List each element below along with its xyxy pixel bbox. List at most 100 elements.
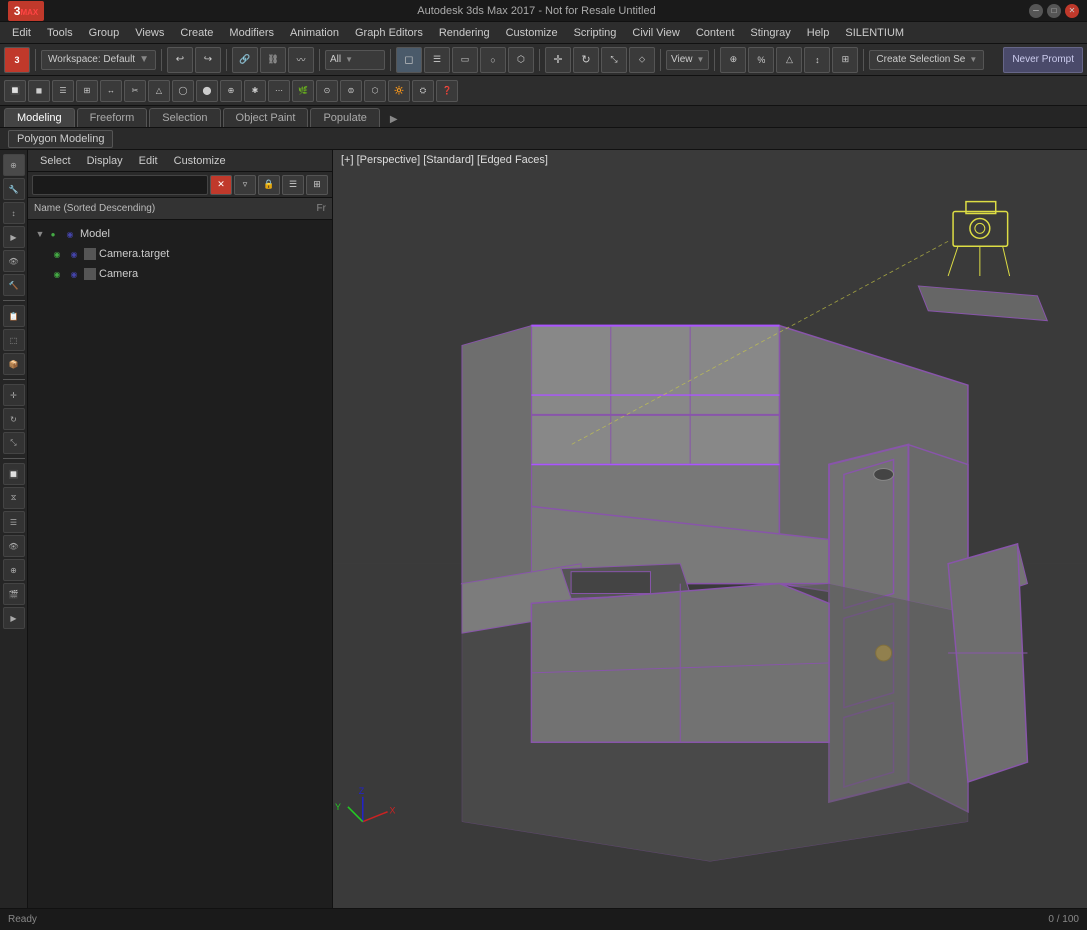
view-dropdown[interactable]: View ▼ xyxy=(666,50,709,70)
tb2-btn5[interactable]: ↔ xyxy=(100,80,122,102)
tb2-btn19[interactable]: ❓ xyxy=(436,80,458,102)
hierarchy-panel-icon[interactable]: ↕ xyxy=(3,202,25,224)
tb2-btn18[interactable]: ⛭ xyxy=(412,80,434,102)
bind-space-warp[interactable]: 〰 xyxy=(288,47,314,73)
scene-explorer-icon[interactable]: 📋 xyxy=(3,305,25,327)
tb2-btn3[interactable]: ☰ xyxy=(52,80,74,102)
search-field[interactable] xyxy=(32,175,208,195)
menu-silentium[interactable]: SILENTIUM xyxy=(837,25,912,41)
tab-selection[interactable]: Selection xyxy=(149,108,220,127)
tb2-btn6[interactable]: ✂ xyxy=(124,80,146,102)
container-icon[interactable]: 📦 xyxy=(3,353,25,375)
move-button[interactable]: ✛ xyxy=(545,47,571,73)
tb2-btn12[interactable]: ⋯ xyxy=(268,80,290,102)
rotate-gizmo-icon[interactable]: ↻ xyxy=(3,408,25,430)
layers-button[interactable]: ☰ xyxy=(282,175,304,195)
menu-rendering[interactable]: Rendering xyxy=(431,25,498,41)
menu-animation[interactable]: Animation xyxy=(282,25,347,41)
use-pivot[interactable]: ⊕ xyxy=(720,47,746,73)
menu-customize[interactable]: Customize xyxy=(498,25,566,41)
scene-tree[interactable]: ▼ ● ◉ Model ◉ ◉ Camera.target ◉ ◉ Camera xyxy=(28,220,332,908)
move-gizmo-icon[interactable]: ✛ xyxy=(3,384,25,406)
maximize-button[interactable]: □ xyxy=(1047,4,1061,18)
expand-model-icon[interactable]: ▼ xyxy=(34,228,46,240)
unlink-button[interactable]: ⛓ xyxy=(260,47,286,73)
select-by-name[interactable]: ☰ xyxy=(424,47,450,73)
layer-manager-icon[interactable]: ⬚ xyxy=(3,329,25,351)
tb2-btn10[interactable]: ⊕ xyxy=(220,80,242,102)
scale-gizmo-icon[interactable]: ⤡ xyxy=(3,432,25,454)
menu-scripting[interactable]: Scripting xyxy=(566,25,625,41)
squash-button[interactable]: ⬦ xyxy=(629,47,655,73)
tb2-btn2[interactable]: ◼ xyxy=(28,80,50,102)
lock-button[interactable]: 🔒 xyxy=(258,175,280,195)
menu-group[interactable]: Group xyxy=(81,25,128,41)
panel-customize-menu[interactable]: Customize xyxy=(166,153,234,169)
tab-modeling[interactable]: Modeling xyxy=(4,108,75,127)
menu-graph-editors[interactable]: Graph Editors xyxy=(347,25,431,41)
tab-populate[interactable]: Populate xyxy=(310,108,379,127)
tb2-btn7[interactable]: △ xyxy=(148,80,170,102)
create-selection-set-button[interactable]: Create Selection Se ▼ xyxy=(869,50,984,70)
tb2-btn4[interactable]: ⊞ xyxy=(76,80,98,102)
app-icon-button[interactable]: 3 xyxy=(4,47,30,73)
mirror-icon[interactable]: ⧖ xyxy=(3,487,25,509)
tb2-btn17[interactable]: 🔆 xyxy=(388,80,410,102)
options-button[interactable]: ⊞ xyxy=(306,175,328,195)
named-selection-icon[interactable]: 👁 xyxy=(3,535,25,557)
tab-freeform[interactable]: Freeform xyxy=(77,108,148,127)
tb2-btn1[interactable]: 🔲 xyxy=(4,80,26,102)
panel-display-menu[interactable]: Display xyxy=(79,153,131,169)
utilities-panel-icon[interactable]: 🔨 xyxy=(3,274,25,296)
tb2-btn8[interactable]: ◯ xyxy=(172,80,194,102)
never-prompt-button[interactable]: Never Prompt xyxy=(1003,47,1083,73)
menu-create[interactable]: Create xyxy=(172,25,221,41)
fence-select[interactable]: ⬡ xyxy=(508,47,534,73)
close-button[interactable]: ✕ xyxy=(1065,4,1079,18)
angle-snap[interactable]: △ xyxy=(776,47,802,73)
menu-civil-view[interactable]: Civil View xyxy=(624,25,687,41)
redo-button[interactable]: ↪ xyxy=(195,47,221,73)
camera-type-icon[interactable] xyxy=(84,268,96,280)
clear-search-button[interactable]: ✕ xyxy=(210,175,232,195)
rotate-button[interactable]: ↻ xyxy=(573,47,599,73)
menu-edit[interactable]: Edit xyxy=(4,25,39,41)
menu-help[interactable]: Help xyxy=(799,25,838,41)
camera-target-render-icon[interactable]: ◉ xyxy=(67,247,81,261)
menu-views[interactable]: Views xyxy=(127,25,172,41)
panel-select-menu[interactable]: Select xyxy=(32,153,79,169)
camera-target-visibility-icon[interactable]: ◉ xyxy=(50,247,64,261)
model-visibility-icon[interactable]: ● xyxy=(46,227,60,241)
menu-tools[interactable]: Tools xyxy=(39,25,81,41)
tb2-btn13[interactable]: 🌿 xyxy=(292,80,314,102)
panel-edit-menu[interactable]: Edit xyxy=(131,153,166,169)
adaptive-degradation[interactable]: ⊞ xyxy=(832,47,858,73)
modify-panel-icon[interactable]: 🔧 xyxy=(3,178,25,200)
camera-visibility-icon[interactable]: ◉ xyxy=(50,267,64,281)
tb2-btn9[interactable]: ⬤ xyxy=(196,80,218,102)
viewport[interactable]: [+] [Perspective] [Standard] [Edged Face… xyxy=(333,150,1087,908)
tab-more-button[interactable]: ▶ xyxy=(386,112,402,127)
snap-icon[interactable]: 🔲 xyxy=(3,463,25,485)
tree-item-camera-target[interactable]: ◉ ◉ Camera.target xyxy=(28,244,332,264)
select-button[interactable]: ◻ xyxy=(396,47,422,73)
model-render-icon[interactable]: ◉ xyxy=(63,227,77,241)
spinner-snap[interactable]: ↕ xyxy=(804,47,830,73)
tab-object-paint[interactable]: Object Paint xyxy=(223,108,309,127)
create-panel-icon[interactable]: ⊕ xyxy=(3,154,25,176)
filter-button[interactable]: ▿ xyxy=(234,175,256,195)
display-panel-icon[interactable]: 👁 xyxy=(3,250,25,272)
polygon-modeling-tab[interactable]: Polygon Modeling xyxy=(8,130,113,148)
render-frame-icon[interactable]: 🎬 xyxy=(3,583,25,605)
select-mode-dropdown[interactable]: All ▼ xyxy=(325,50,385,70)
tb2-btn16[interactable]: ⬡ xyxy=(364,80,386,102)
motion-panel-icon[interactable]: ▶ xyxy=(3,226,25,248)
menu-modifiers[interactable]: Modifiers xyxy=(221,25,282,41)
rect-select[interactable]: ▭ xyxy=(452,47,478,73)
camera-target-type-icon[interactable] xyxy=(84,248,96,260)
percent-snap[interactable]: % xyxy=(748,47,774,73)
render-setup-icon[interactable]: ⊕ xyxy=(3,559,25,581)
tree-item-model[interactable]: ▼ ● ◉ Model xyxy=(28,224,332,244)
tb2-btn15[interactable]: ⊜ xyxy=(340,80,362,102)
camera-render-icon[interactable]: ◉ xyxy=(67,267,81,281)
